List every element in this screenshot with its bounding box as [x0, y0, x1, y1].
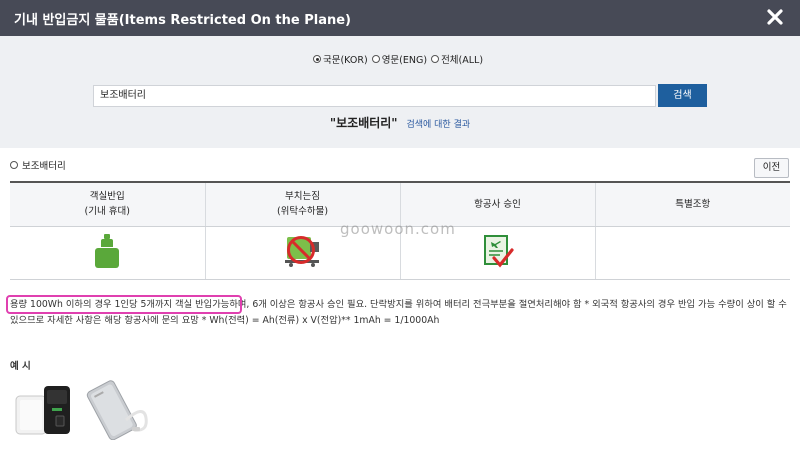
col-carry-on-title: 객실반입	[89, 191, 125, 203]
airline-approval-icon	[483, 234, 514, 268]
radio-all-circle[interactable]	[431, 55, 440, 63]
col-checked-title: 부치는짐	[285, 191, 320, 203]
col-carry-on: 객실반입 (기내 휴대)	[10, 181, 205, 227]
dialog-title: 기내 반입금지 물품(Items Restricted On the Plane…	[14, 13, 351, 28]
radio-all[interactable]: 전체(ALL)	[431, 52, 483, 66]
radio-kor-label: 국문(KOR)	[323, 55, 368, 66]
watermark: goowoon.com	[340, 220, 456, 238]
carry-on-allowed-icon	[95, 233, 120, 268]
radio-kor-circle[interactable]	[313, 55, 321, 63]
item-description: 용량 100Wh 이하의 경우 1인당 5개까지 객실 반입가능하며, 6개 이…	[10, 297, 790, 329]
result-term: "보조배터리"	[329, 116, 398, 130]
cell-carry-on	[10, 226, 205, 280]
slim-power-bank-with-cable-image	[86, 380, 148, 440]
dialog-titlebar: 기내 반입금지 물품(Items Restricted On the Plane…	[0, 0, 800, 36]
search-input[interactable]: 보조배터리	[93, 85, 656, 107]
radio-eng-circle[interactable]	[371, 55, 380, 63]
category-radio[interactable]: 보조배터리	[10, 158, 66, 172]
examples-label: 예 시	[10, 361, 31, 372]
radio-kor[interactable]: 국문(KOR)	[313, 52, 368, 66]
radio-eng[interactable]: 영문(ENG)	[371, 52, 428, 66]
language-radio-group: 국문(KOR) 영문(ENG) 전체(ALL)	[313, 52, 483, 66]
checked-baggage-prohibited-icon	[284, 235, 319, 267]
result-suffix: 검색에 대한 결과	[406, 120, 471, 130]
prev-button[interactable]: 이전	[754, 158, 789, 178]
category-label: 보조배터리	[22, 161, 66, 172]
search-result-heading: "보조배터리" 검색에 대한 결과	[0, 114, 800, 131]
col-carry-on-sub: (기내 휴대)	[84, 206, 130, 218]
description-highlight: 용량 100Wh 이하의 경우 1인당 5개까지 객실 반입가능	[10, 299, 230, 310]
power-bank-pair-image	[15, 386, 70, 435]
cell-special	[594, 226, 790, 280]
close-icon[interactable]	[766, 8, 784, 26]
radio-all-label: 전체(ALL)	[441, 55, 484, 66]
category-radio-circle[interactable]	[10, 161, 18, 169]
radio-eng-label: 영문(ENG)	[381, 55, 428, 66]
col-checked-sub: (위탁수하물)	[276, 206, 329, 218]
col-approval-title: 항공사 승인	[474, 198, 521, 210]
search-button[interactable]: 검색	[658, 84, 707, 107]
col-special-title: 특별조항	[675, 198, 711, 210]
col-special: 특별조항	[594, 181, 790, 227]
